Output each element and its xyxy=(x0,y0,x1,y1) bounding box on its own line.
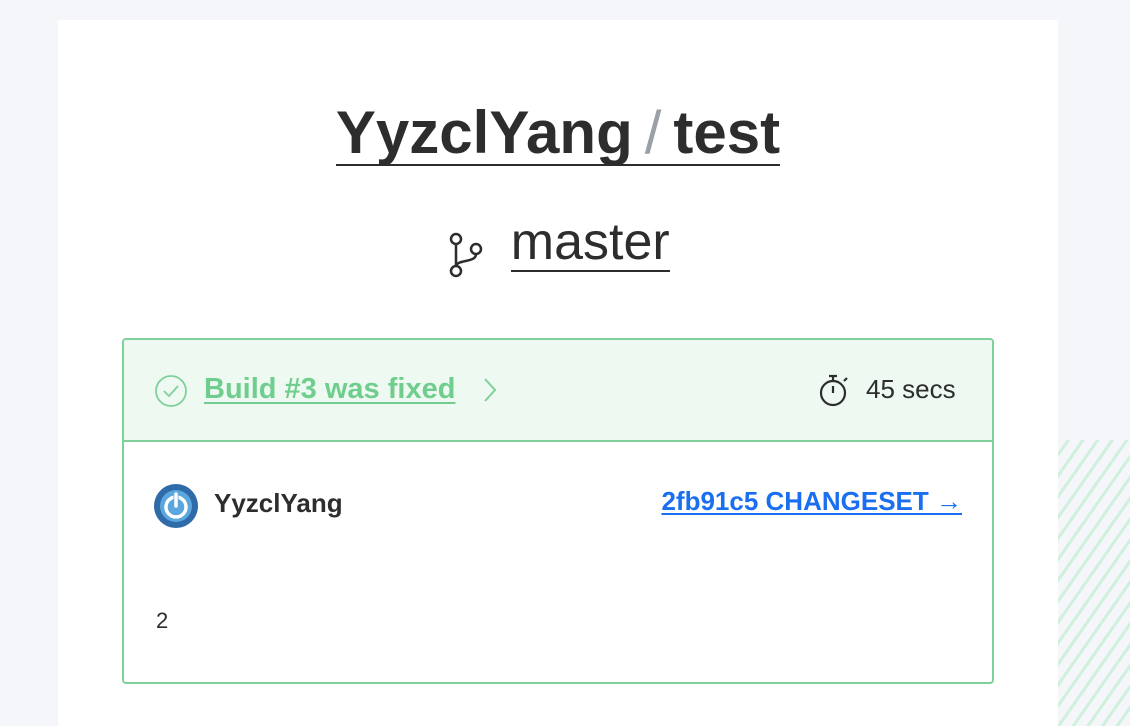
stopwatch-icon xyxy=(819,374,848,407)
branch-row: master xyxy=(58,210,1058,278)
build-card: YyzclYang / test master Build #3 was fixed xyxy=(58,20,1058,726)
git-branch-icon xyxy=(450,233,483,278)
changeset-link[interactable]: 2fb91c5 CHANGESET → xyxy=(661,484,962,518)
decorative-stripes xyxy=(1058,440,1130,726)
build-header: Build #3 was fixed 45 secs xyxy=(124,340,992,442)
commit-message: 2 xyxy=(156,608,169,633)
chevron-right-icon[interactable] xyxy=(482,376,498,404)
repo-link[interactable]: YyzclYang / test xyxy=(335,99,781,166)
branch-link[interactable]: master xyxy=(510,214,670,273)
build-duration: 45 secs xyxy=(866,374,956,404)
check-circle-icon xyxy=(155,375,187,407)
commit-author: YyzclYang xyxy=(214,488,343,518)
repo-name: test xyxy=(673,99,781,166)
build-body: YyzclYang 2fb91c5 CHANGESET → 2 xyxy=(124,442,992,682)
repo-owner: YyzclYang xyxy=(335,99,633,166)
avatar[interactable] xyxy=(154,484,198,528)
repo-title: YyzclYang / test xyxy=(58,100,1058,166)
repo-separator: / xyxy=(644,99,662,166)
build-summary: Build #3 was fixed 45 secs YyzclYang 2fb… xyxy=(122,338,994,684)
build-link[interactable]: Build #3 was fixed xyxy=(204,371,455,407)
